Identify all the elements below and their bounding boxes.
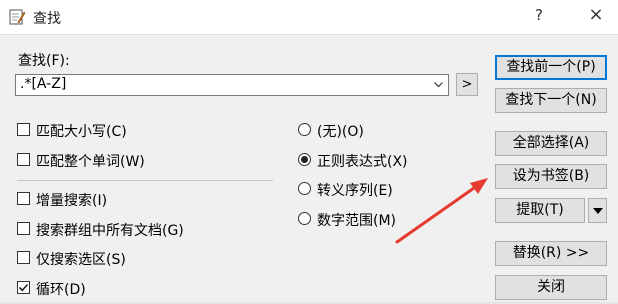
annotation-arrow xyxy=(395,178,488,244)
